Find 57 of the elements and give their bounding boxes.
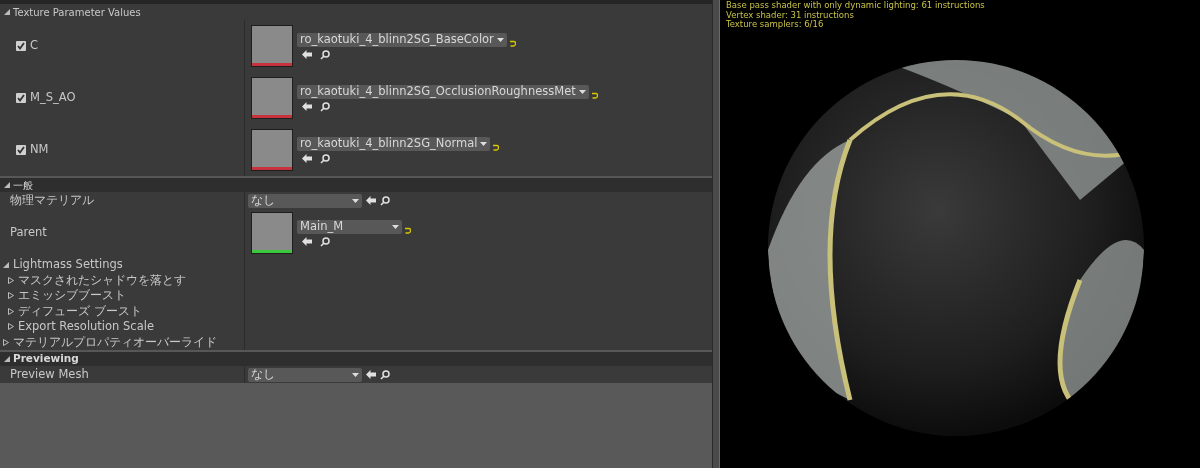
search-icon[interactable] xyxy=(320,153,330,164)
checkbox[interactable] xyxy=(16,145,26,155)
expanded-triangle-icon[interactable] xyxy=(3,261,9,268)
property-label: Preview Mesh xyxy=(10,368,89,381)
caret-icon xyxy=(496,37,504,42)
property-label: M_S_AO xyxy=(30,92,76,104)
search-icon[interactable] xyxy=(320,49,330,60)
shader-stats-text: Vertex shader: 31 instructions xyxy=(726,10,854,20)
property-label[interactable]: Export Resolution Scale xyxy=(18,321,154,333)
search-icon[interactable] xyxy=(320,236,330,247)
caret-icon xyxy=(352,372,359,377)
check-icon xyxy=(17,146,25,154)
shader-stats-text: Base pass shader with only dynamic lighting: 61 instructions xyxy=(726,1,985,11)
left-arrow-icon[interactable] xyxy=(302,102,312,111)
collapsed-triangle-icon[interactable] xyxy=(3,338,9,346)
checkbox[interactable] xyxy=(16,93,26,103)
asset-dropdown[interactable]: ro_kaotuki_4_blinn2SG_BaseColor xyxy=(297,32,507,47)
section-header[interactable]: Previewing xyxy=(13,351,79,367)
left-arrow-icon[interactable] xyxy=(366,196,376,205)
check-icon xyxy=(17,94,25,102)
checkbox[interactable] xyxy=(16,41,26,51)
caret-icon xyxy=(352,198,359,203)
property-label: Parent xyxy=(10,227,47,239)
left-arrow-icon[interactable] xyxy=(302,154,312,163)
expanded-triangle-icon[interactable] xyxy=(4,182,10,188)
asset-dropdown[interactable]: ro_kaotuki_4_blinn2SG_Normal xyxy=(297,136,491,151)
property-label[interactable]: エミッシブブースト xyxy=(18,290,126,302)
asset-dropdown[interactable]: なし xyxy=(248,193,362,208)
section-header[interactable]: 一般 xyxy=(13,177,33,193)
section-header[interactable]: Texture Parameter Values xyxy=(13,4,141,20)
search-icon[interactable] xyxy=(320,101,330,112)
check-icon xyxy=(17,42,25,50)
property-label[interactable]: マスクされたシャドウを落とす xyxy=(18,274,186,286)
left-arrow-icon[interactable] xyxy=(302,50,312,59)
asset-dropdown[interactable]: なし xyxy=(248,367,362,382)
search-icon[interactable] xyxy=(380,369,390,380)
property-label[interactable]: ディフューズ ブースト xyxy=(18,305,142,317)
property-label: NM xyxy=(30,144,49,156)
caret-icon xyxy=(480,141,488,146)
search-icon[interactable] xyxy=(380,195,390,206)
collapsed-triangle-icon[interactable] xyxy=(8,307,14,315)
asset-dropdown[interactable]: Main_M xyxy=(297,219,402,234)
property-label: 物理マテリアル xyxy=(10,194,94,207)
caret-icon xyxy=(392,224,399,229)
group-label[interactable]: Lightmass Settings xyxy=(13,259,123,271)
left-arrow-icon[interactable] xyxy=(302,237,312,246)
asset-dropdown[interactable]: ro_kaotuki_4_blinn2SG_OcclusionRoughnessMet xyxy=(297,84,589,99)
collapsed-triangle-icon[interactable] xyxy=(8,323,14,331)
shader-stats-text: Texture samplers: 6/16 xyxy=(726,20,825,30)
collapsed-triangle-icon[interactable] xyxy=(8,292,14,300)
property-label: C xyxy=(30,40,39,52)
panel-splitter[interactable] xyxy=(712,0,720,468)
left-arrow-icon[interactable] xyxy=(366,370,376,379)
expanded-triangle-icon[interactable] xyxy=(4,356,10,362)
expanded-triangle-icon[interactable] xyxy=(4,9,10,15)
collapsed-triangle-icon[interactable] xyxy=(8,276,14,284)
caret-icon xyxy=(578,89,586,94)
